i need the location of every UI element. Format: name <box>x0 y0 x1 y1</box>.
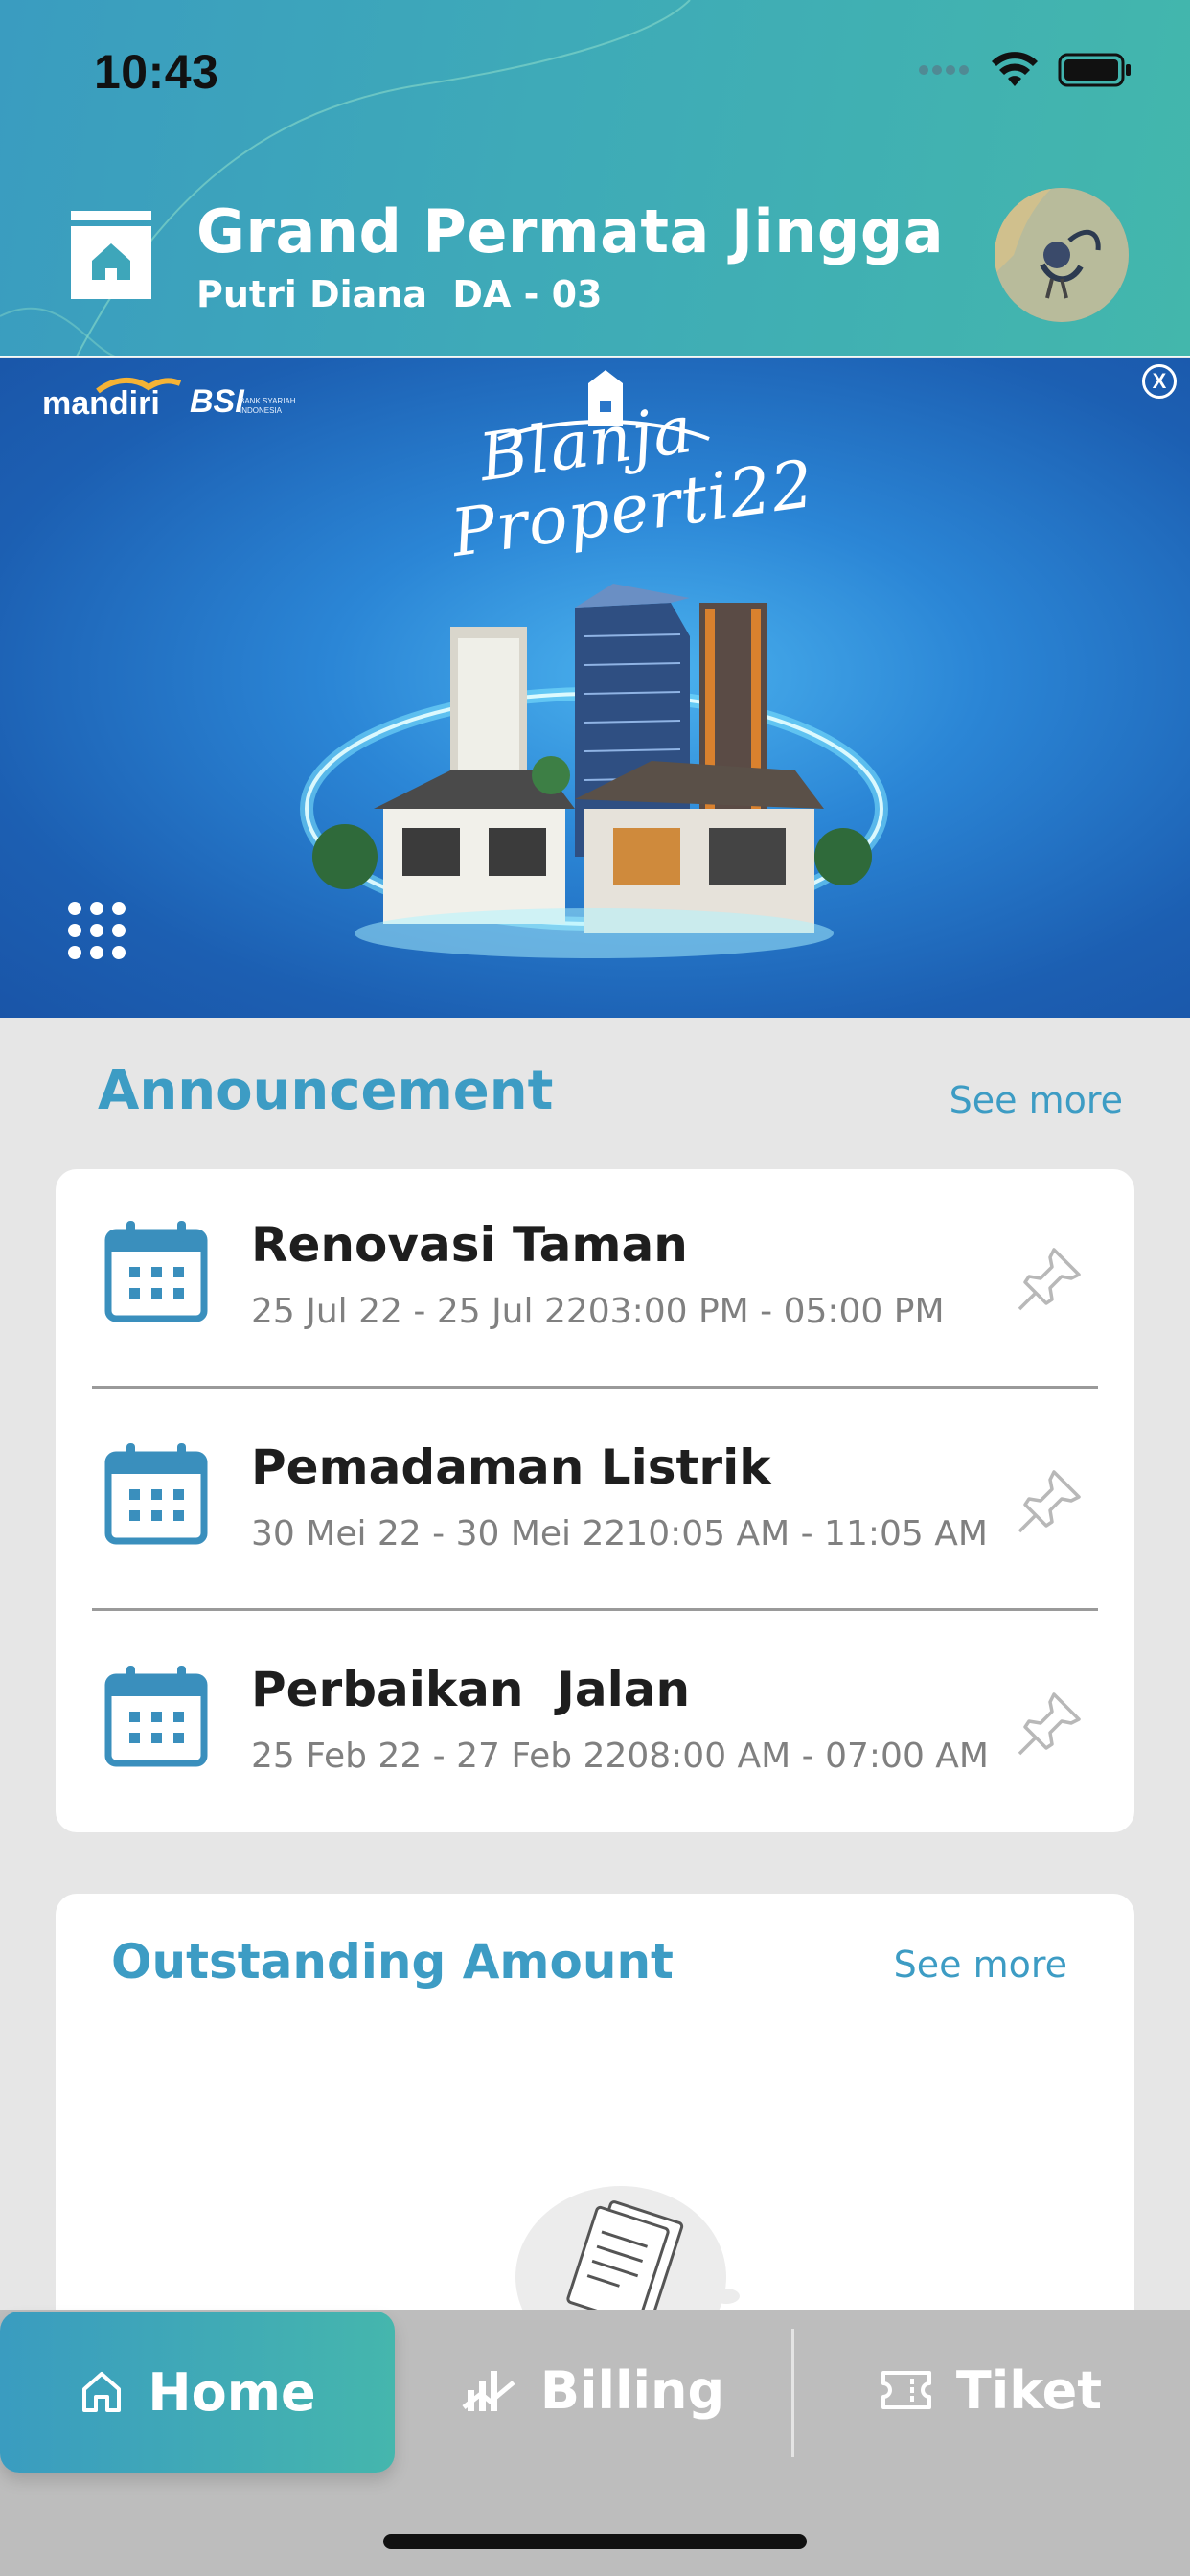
banner-close-button[interactable]: X <box>1142 364 1177 399</box>
divider <box>92 1386 1098 1389</box>
signal-icon <box>919 65 969 75</box>
pin-icon[interactable] <box>1016 1244 1085 1313</box>
announcement-item[interactable]: Perbaikan Jalan 25 Feb 22 - 27 Feb 2208:… <box>56 1614 1134 1836</box>
mandiri-wave-icon <box>96 378 182 394</box>
announcement-item-title: Pemadaman Listrik <box>251 1439 771 1495</box>
status-icons <box>918 52 1133 88</box>
tab-home[interactable]: Home <box>0 2312 395 2472</box>
outstanding-see-more-link[interactable]: See more <box>894 1944 1067 1986</box>
announcement-item[interactable]: Renovasi Taman 25 Jul 22 - 25 Jul 2203:0… <box>56 1169 1134 1392</box>
ticket-icon <box>881 2371 931 2409</box>
home-icon <box>82 2372 122 2412</box>
tab-tiket-label: Tiket <box>955 2359 1103 2421</box>
calendar-icon <box>104 1443 208 1545</box>
billing-chart-icon <box>462 2371 515 2411</box>
building-home-icon <box>71 211 151 299</box>
announcement-item-title: Renovasi Taman <box>251 1217 688 1273</box>
outstanding-title: Outstanding Amount <box>111 1934 674 1990</box>
tab-billing[interactable]: Billing <box>395 2310 791 2471</box>
pin-icon[interactable] <box>1016 1689 1085 1758</box>
wifi-icon <box>992 52 1038 86</box>
avatar[interactable] <box>995 188 1129 322</box>
announcement-item-date: 25 Feb 22 - 27 Feb 2208:00 AM - 07:00 AM <box>251 1736 989 1776</box>
calendar-icon <box>104 1666 208 1767</box>
announcement-see-more-link[interactable]: See more <box>950 1079 1123 1121</box>
announcement-card: Renovasi Taman 25 Jul 22 - 25 Jul 2203:0… <box>56 1169 1134 1832</box>
tab-home-label: Home <box>148 2361 316 2423</box>
promo-banner[interactable]: mandiri BSI BANK SYARIAH INDONESIA X Bla… <box>0 358 1190 1018</box>
grid-menu-icon[interactable] <box>67 901 126 960</box>
bsi-logo-sub: BANK SYARIAH INDONESIA <box>240 397 296 415</box>
battery-icon <box>1058 53 1131 87</box>
announcement-title: Announcement <box>98 1060 554 1122</box>
tab-tiket[interactable]: Tiket <box>791 2310 1190 2471</box>
divider <box>92 1608 1098 1611</box>
announcement-item[interactable]: Pemadaman Listrik 30 Mei 22 - 30 Mei 221… <box>56 1392 1134 1614</box>
status-time: 10:43 <box>94 45 219 99</box>
site-title: Grand Permata Jingga <box>196 196 945 266</box>
tab-billing-label: Billing <box>539 2359 725 2421</box>
app-header: 10:43 Grand Permata Jingga Putri Diana D… <box>0 0 1190 356</box>
avatar-image <box>995 188 1129 322</box>
announcement-item-date: 25 Jul 22 - 25 Jul 2203:00 PM - 05:00 PM <box>251 1292 945 1331</box>
pin-icon[interactable] <box>1016 1466 1085 1535</box>
announcement-item-title: Perbaikan Jalan <box>251 1662 691 1717</box>
resident-unit: Putri Diana DA - 03 <box>196 273 603 315</box>
bsi-logo: BSI <box>190 383 244 420</box>
calendar-icon <box>104 1221 208 1322</box>
home-indicator[interactable] <box>383 2534 807 2549</box>
announcement-item-date: 30 Mei 22 - 30 Mei 2210:05 AM - 11:05 AM <box>251 1514 988 1553</box>
